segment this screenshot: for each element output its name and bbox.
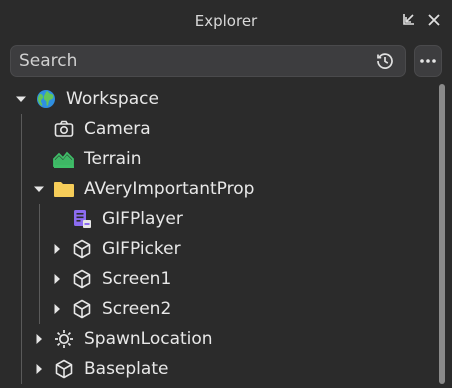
more-icon — [420, 59, 436, 63]
search-input[interactable] — [11, 50, 361, 72]
cube-icon — [71, 238, 93, 260]
camera-icon — [53, 118, 75, 140]
expand-arrow-right-icon[interactable] — [51, 243, 63, 255]
tree-item-gifplayer[interactable]: GIFPlayer — [0, 204, 430, 234]
tree-item-label: Screen1 — [102, 269, 172, 289]
tree-item-workspace[interactable]: Workspace — [0, 84, 430, 114]
cube-icon — [53, 358, 75, 380]
tree-item-label: GIFPicker — [102, 239, 181, 259]
expand-arrow-right-icon[interactable] — [51, 273, 63, 285]
folder-icon — [53, 178, 75, 200]
close-icon[interactable] — [426, 12, 442, 28]
tree-item-baseplate[interactable]: Baseplate — [0, 354, 430, 384]
expand-arrow-down-icon[interactable] — [15, 93, 27, 105]
tree-item-screen1[interactable]: Screen1 — [0, 264, 430, 294]
tree-item-label: SpawnLocation — [84, 329, 213, 349]
tree-item-label: Terrain — [84, 149, 142, 169]
undock-icon[interactable] — [400, 12, 416, 28]
cube-icon — [71, 268, 93, 290]
tree-item-terrain[interactable]: Terrain — [0, 144, 430, 174]
terrain-icon — [53, 148, 75, 170]
search-row — [10, 45, 442, 77]
tree-item-label: Baseplate — [84, 359, 169, 379]
tree-item-label: Workspace — [66, 89, 159, 109]
panel-titlebar: Explorer — [0, 0, 452, 42]
vertical-scrollbar[interactable] — [438, 84, 446, 384]
panel-title: Explorer — [194, 12, 258, 30]
tree-item-prop-folder[interactable]: AVeryImportantProp — [0, 174, 430, 204]
scrollbar-thumb[interactable] — [439, 84, 445, 384]
expand-arrow-right-icon[interactable] — [33, 363, 45, 375]
search-box[interactable] — [10, 45, 406, 77]
tree-item-screen2[interactable]: Screen2 — [0, 294, 430, 324]
cube-icon — [71, 298, 93, 320]
tree-item-gifpicker[interactable]: GIFPicker — [0, 234, 430, 264]
globe-icon — [35, 88, 57, 110]
local-script-icon — [71, 208, 93, 230]
more-options-button[interactable] — [414, 45, 442, 77]
tree-item-label: AVeryImportantProp — [84, 179, 255, 199]
tree-item-camera[interactable]: Camera — [0, 114, 430, 144]
panel-controls — [400, 12, 442, 28]
tree-item-label: Camera — [84, 119, 151, 139]
spawn-location-icon — [53, 328, 75, 350]
tree-item-spawnlocation[interactable]: SpawnLocation — [0, 324, 430, 354]
expand-arrow-right-icon[interactable] — [33, 333, 45, 345]
expand-arrow-down-icon[interactable] — [33, 183, 45, 195]
tree-item-label: GIFPlayer — [102, 209, 183, 229]
history-icon[interactable] — [375, 51, 395, 71]
expand-arrow-right-icon[interactable] — [51, 303, 63, 315]
tree-item-label: Screen2 — [102, 299, 172, 319]
